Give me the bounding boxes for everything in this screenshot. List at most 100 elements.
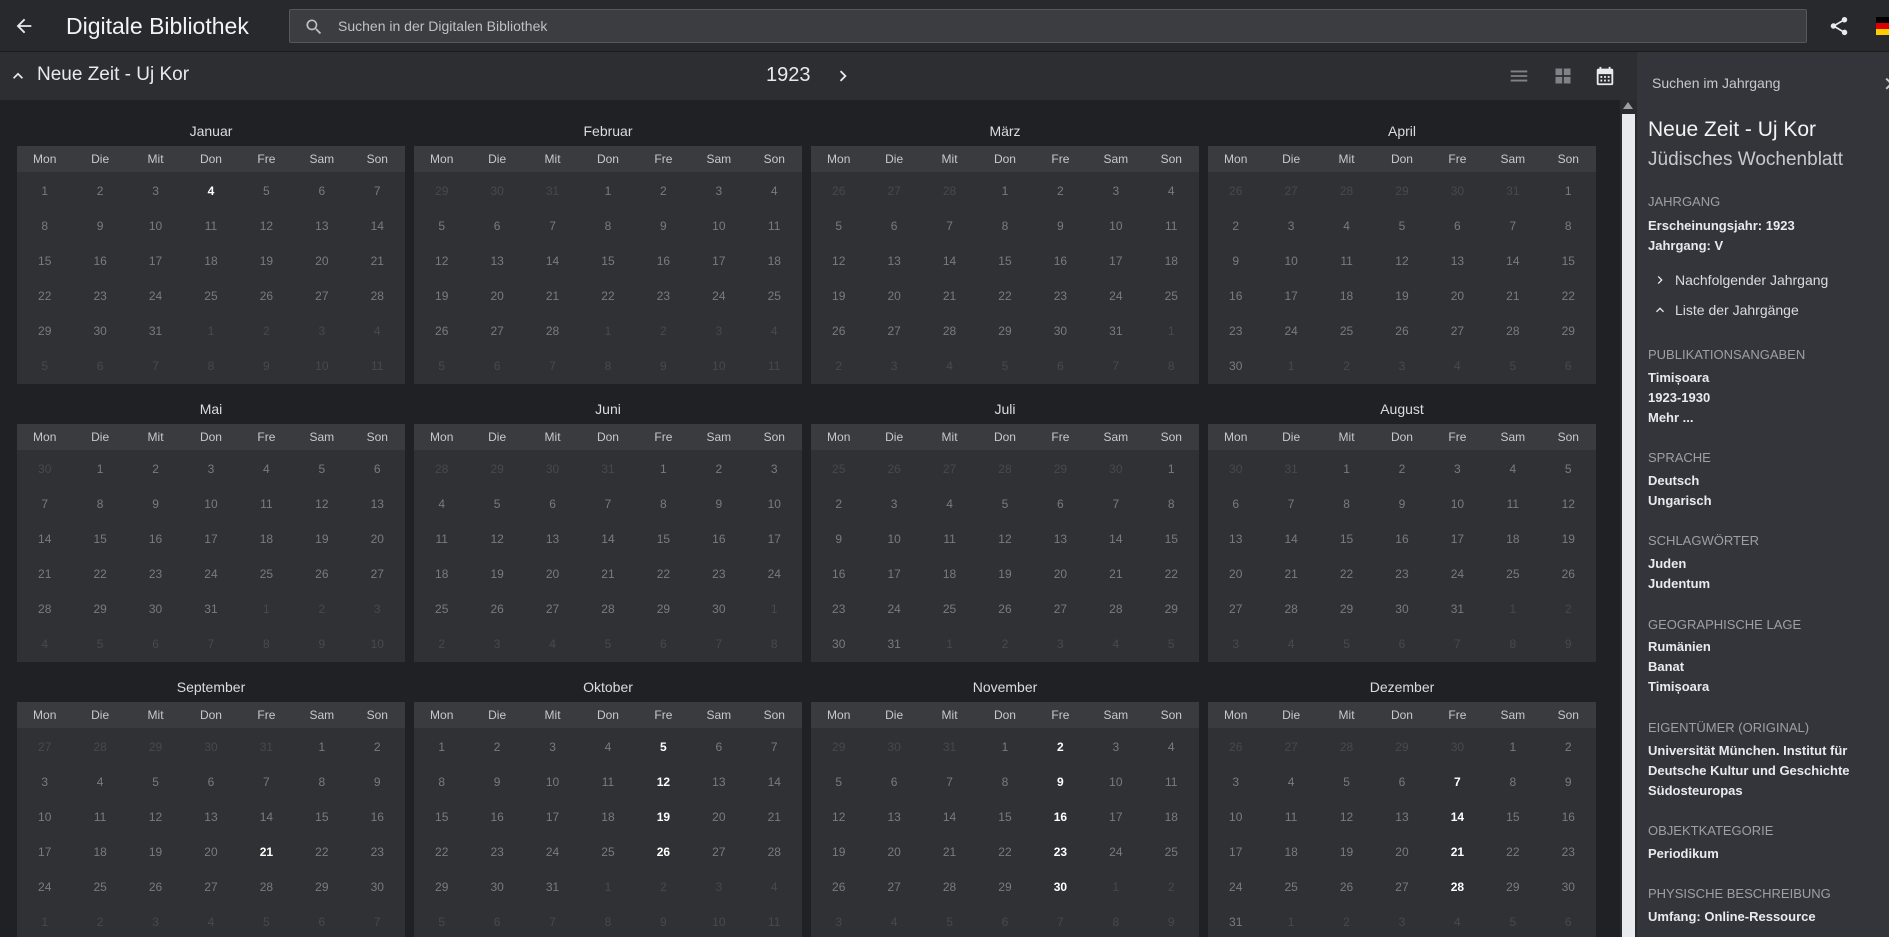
weekday-label: Sam xyxy=(1103,152,1129,166)
calendar-day: 3 xyxy=(770,462,778,476)
flag-de-icon[interactable] xyxy=(1876,17,1889,35)
issue-day[interactable]: 21 xyxy=(239,835,294,870)
calendar-day: 2 xyxy=(1167,880,1175,894)
calendar-day: 2 xyxy=(1232,219,1240,233)
issue-day[interactable]: 30 xyxy=(1033,870,1088,905)
calendar-day: 18 xyxy=(767,254,781,268)
calendar-day: 2 xyxy=(373,740,381,754)
calendar-day: 12 xyxy=(1395,254,1409,268)
calendar-day: 5 xyxy=(604,637,612,651)
calendar-day: 14 xyxy=(1284,532,1298,546)
calendar-day: 1 xyxy=(604,880,612,894)
calendar-day: 5 xyxy=(835,775,843,789)
calendar-day: 27 xyxy=(942,462,957,476)
calendar-day: 19 xyxy=(1561,532,1575,546)
close-icon[interactable]: ✕ xyxy=(1883,72,1889,97)
calendar-view-button[interactable] xyxy=(1592,63,1618,89)
issue-day[interactable]: 4 xyxy=(183,174,238,209)
publication-more-link[interactable]: Mehr ... xyxy=(1648,408,1694,428)
weekday-label: Sam xyxy=(706,430,732,444)
week-row: 26 27 28 29 30 1 2 xyxy=(811,870,1199,905)
calendar-day: 29 xyxy=(1395,740,1409,754)
issue-day[interactable]: 21 xyxy=(1430,835,1485,870)
calendar-day: 8 xyxy=(1001,219,1009,233)
calendar-day: 30 xyxy=(1109,462,1123,476)
list-view-button[interactable] xyxy=(1506,63,1532,89)
calendar-day: 11 xyxy=(371,359,384,373)
next-volume-link[interactable]: Nachfolgender Jahrgang xyxy=(1652,272,1828,288)
calendar-day: 21 xyxy=(545,289,560,303)
calendar-day: 15 xyxy=(38,254,52,268)
calendar-day: 10 xyxy=(887,532,901,546)
calendar-day: 21 xyxy=(942,845,957,859)
calendar-day: 7 xyxy=(1112,497,1120,511)
scroll-up-arrow-icon[interactable] xyxy=(1623,102,1633,109)
share-button[interactable] xyxy=(1824,12,1854,40)
weekday-label: Sam xyxy=(309,430,335,444)
calendar-day: 12 xyxy=(490,532,504,546)
library-search-box[interactable] xyxy=(289,9,1807,43)
year-search-label[interactable]: Suchen im Jahrgang xyxy=(1652,75,1780,91)
calendar-day: 30 xyxy=(712,602,726,616)
issue-day[interactable]: 12 xyxy=(636,765,691,800)
week-row: 26 27 28 29 30 31 1 xyxy=(811,314,1199,349)
grid-view-button[interactable] xyxy=(1550,63,1576,89)
calendar-day: 19 xyxy=(1395,289,1409,303)
month-title: Juni xyxy=(595,401,621,417)
issue-day[interactable]: 9 xyxy=(1033,765,1088,800)
issue-day[interactable]: 14 xyxy=(1430,800,1485,835)
chevron-right-icon xyxy=(839,70,847,82)
next-year-button[interactable] xyxy=(832,64,852,88)
calendar-day: 25 xyxy=(601,845,615,859)
calendar-day: 29 xyxy=(1053,462,1068,476)
calendar-day: 5 xyxy=(1564,462,1572,476)
issue-day[interactable]: 23 xyxy=(1033,835,1088,870)
month-august: August Mon Die Mit Don Fre Sam Son 30 31 1 2 3 4 5 6 7 8 9… xyxy=(1208,394,1596,662)
week-row: 5 6 7 8 9 10 11 xyxy=(414,209,802,244)
issue-day[interactable]: 28 xyxy=(1430,870,1485,905)
issue-day[interactable]: 16 xyxy=(1033,800,1088,835)
calendar-day: 6 xyxy=(1564,915,1572,929)
calendar-day: 4 xyxy=(263,462,270,476)
issue-day[interactable]: 2 xyxy=(1033,730,1088,765)
weekday-label: Don xyxy=(1390,708,1413,722)
weekday-label: Die xyxy=(488,152,507,166)
collapse-button[interactable] xyxy=(8,66,30,86)
calendar-day: 22 xyxy=(315,845,329,859)
grid-view-icon xyxy=(1555,68,1571,84)
scrollbar-thumb[interactable] xyxy=(1622,114,1635,937)
chevron-up-icon xyxy=(1656,307,1664,313)
calendar-day: 29 xyxy=(998,880,1012,894)
calendar-day: 26 xyxy=(1395,324,1409,338)
calendar-scrollbar[interactable] xyxy=(1620,100,1637,937)
month-title: März xyxy=(989,123,1021,139)
calendar-day: 1 xyxy=(1287,359,1295,373)
calendar-day: 27 xyxy=(545,602,560,616)
issue-day[interactable]: 26 xyxy=(636,835,691,870)
issue-day[interactable]: 7 xyxy=(1430,765,1485,800)
calendar-day: 31 xyxy=(204,602,218,616)
volume-list-link[interactable]: Liste der Jahrgänge xyxy=(1652,302,1799,318)
calendar-day: 15 xyxy=(656,532,671,546)
month-days: 26 27 28 29 30 31 1 2 3 4 5 6 7 8 9 10 11 12 13 14 15 16 17 18 1… xyxy=(1208,172,1596,384)
weekday-label: Sam xyxy=(706,708,732,722)
calendar-day: 6 xyxy=(660,637,667,651)
library-search-input[interactable] xyxy=(338,10,1778,42)
calendar-day: 13 xyxy=(1229,532,1243,546)
week-row: 31 1 2 3 4 5 6 xyxy=(1208,905,1596,937)
calendar-day: 10 xyxy=(370,637,384,651)
calendar-day: 5 xyxy=(1398,219,1406,233)
calendar-day: 2 xyxy=(835,497,843,511)
calendar-day: 9 xyxy=(318,637,326,651)
issue-day[interactable]: 5 xyxy=(636,730,691,765)
calendar-day: 6 xyxy=(715,740,723,754)
issue-day[interactable]: 19 xyxy=(636,800,691,835)
calendar-day: 6 xyxy=(1398,637,1406,651)
calendar-day: 7 xyxy=(549,219,556,233)
calendar-day: 19 xyxy=(435,289,449,303)
calendar-day: 9 xyxy=(660,219,667,233)
week-row: 16 17 18 19 20 21 22 xyxy=(1208,279,1596,314)
back-button[interactable] xyxy=(8,10,40,42)
calendar-day: 18 xyxy=(259,532,274,546)
week-row: 24 25 26 27 28 29 30 xyxy=(1208,870,1596,905)
